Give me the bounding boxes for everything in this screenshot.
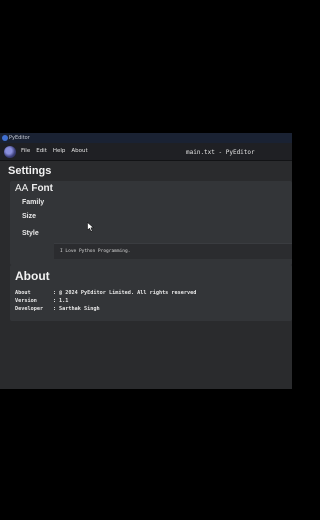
empty-content-area [0,321,292,389]
font-heading-label: Font [31,183,53,194]
font-icon: AA [15,183,29,194]
developer-key: Developer [15,306,44,312]
about-value: @ 2024 PyEditor Limited. All rights rese… [59,290,197,296]
about-heading: About [15,269,50,283]
page-title: Settings [8,165,52,177]
app-small-icon [2,135,8,141]
font-size-label: Size [22,213,37,220]
font-family-label: Family [22,199,45,206]
menu-help[interactable]: Help [53,147,66,156]
menu-edit[interactable]: Edit [36,147,47,156]
version-key: Version [15,298,37,304]
about-details: About : @ 2024 PyEditor Limited. All rig… [15,289,196,313]
app-logo-icon [4,146,16,158]
font-preview-text: I Love Python Programming. [60,249,131,254]
titlebar-text: PyEditor [9,135,30,141]
version-value: 1.1 [59,298,69,304]
font-preview: I Love Python Programming. [54,243,292,259]
font-heading: AA Font [15,183,53,195]
app-window: PyEditor File Edit Help About main.txt -… [0,133,292,389]
mouse-cursor-icon [87,222,95,232]
menu-bar: File Edit Help About main.txt - PyEditor [0,143,292,161]
developer-value: Sarthak Singh [59,306,100,312]
font-settings-card: AA Font Family Size Style I Love Python P… [10,181,292,265]
about-row-version: Version : 1.1 [15,297,196,305]
menu: File Edit Help About [21,147,88,156]
about-card: About About : @ 2024 PyEditor Limited. A… [10,265,292,321]
window-titlebar: PyEditor [0,133,292,143]
about-key: About [15,290,31,296]
about-row-about: About : @ 2024 PyEditor Limited. All rig… [15,289,196,297]
menu-about[interactable]: About [71,147,87,156]
menu-file[interactable]: File [21,147,30,156]
font-style-label: Style [22,230,39,237]
about-row-developer: Developer : Sarthak Singh [15,305,196,313]
window-title: main.txt - PyEditor [186,149,255,156]
